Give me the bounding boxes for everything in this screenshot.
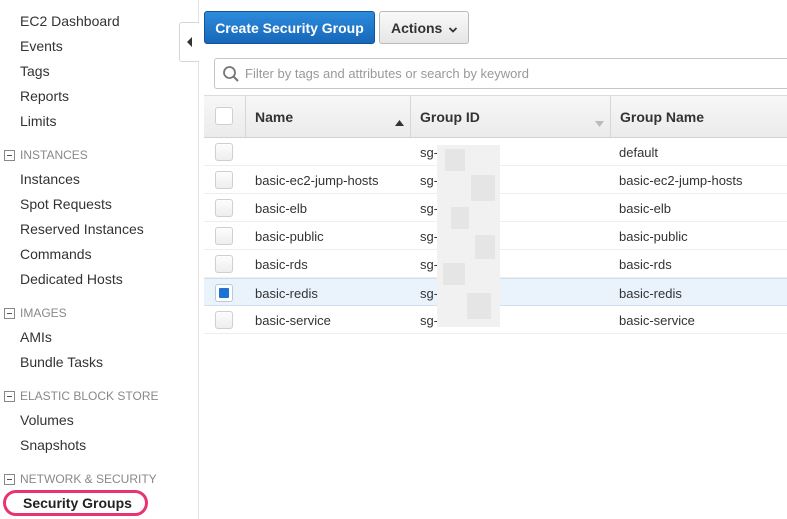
cell-group-name: basic-elb <box>619 200 672 216</box>
search-icon <box>222 65 240 83</box>
chevron-left-icon <box>186 34 194 50</box>
sidebar-item-security-groups[interactable]: Security Groups <box>23 494 132 512</box>
row-checkbox[interactable] <box>215 171 233 189</box>
cell-group-name: default <box>619 144 659 160</box>
column-divider <box>245 96 246 137</box>
sidebar-item-bundle-tasks[interactable]: Bundle Tasks <box>20 353 103 371</box>
sidebar-item-events[interactable]: Events <box>20 37 63 55</box>
cell-group-name: basic-ec2-jump-hosts <box>619 172 743 188</box>
sidebar-item-instances[interactable]: Instances <box>20 170 80 188</box>
column-header-name[interactable]: Name <box>255 96 405 137</box>
section-title: IMAGES <box>20 306 67 320</box>
column-header-label: Group ID <box>420 108 480 125</box>
cell-group-name: basic-service <box>619 312 695 328</box>
cell-group-name: basic-rds <box>619 256 672 272</box>
cell-name: basic-redis <box>255 285 318 301</box>
column-divider <box>610 96 611 137</box>
section-title: NETWORK & SECURITY <box>20 472 157 486</box>
sidebar: EC2 Dashboard Events Tags Reports Limits… <box>0 0 199 519</box>
sidebar-item-amis[interactable]: AMIs <box>20 328 52 346</box>
column-header-label: Group Name <box>620 108 705 125</box>
cell-name: basic-ec2-jump-hosts <box>255 172 379 188</box>
section-title: INSTANCES <box>20 148 88 162</box>
sidebar-item-tags[interactable]: Tags <box>20 62 50 80</box>
cell-name: basic-elb <box>255 200 308 216</box>
filter-input[interactable] <box>245 66 765 81</box>
actions-label: Actions <box>391 19 443 36</box>
cell-group-id: sg- <box>420 144 439 160</box>
row-checkbox-checked[interactable] <box>215 284 233 302</box>
actions-dropdown[interactable]: Actions <box>379 11 469 44</box>
section-instances[interactable]: INSTANCES <box>4 147 88 163</box>
row-checkbox[interactable] <box>215 227 233 245</box>
sidebar-item-reserved-instances[interactable]: Reserved Instances <box>20 220 144 238</box>
cell-group-id: sg- <box>420 228 439 244</box>
column-divider <box>410 96 411 137</box>
ec2-console: EC2 Dashboard Events Tags Reports Limits… <box>0 0 787 519</box>
column-header-group-id[interactable]: Group ID <box>420 96 590 137</box>
cell-group-id: sg- <box>420 285 439 301</box>
sidebar-item-dedicated-hosts[interactable]: Dedicated Hosts <box>20 270 123 288</box>
caret-down-icon <box>448 22 458 38</box>
row-checkbox[interactable] <box>215 255 233 273</box>
sort-asc-icon[interactable] <box>395 113 404 129</box>
sidebar-item-reports[interactable]: Reports <box>20 87 69 105</box>
sidebar-item-spot-requests[interactable]: Spot Requests <box>20 195 112 213</box>
section-network-security[interactable]: NETWORK & SECURITY <box>4 471 157 487</box>
column-header-label: Name <box>255 108 294 125</box>
cell-name: basic-public <box>255 228 324 244</box>
row-checkbox[interactable] <box>215 143 233 161</box>
sidebar-item-snapshots[interactable]: Snapshots <box>20 436 86 454</box>
table-header: Name Group ID Group Name <box>204 95 787 138</box>
collapse-icon[interactable] <box>4 307 15 319</box>
redacted-group-ids <box>437 145 500 327</box>
column-header-group-name[interactable]: Group Name <box>620 96 780 137</box>
collapse-icon[interactable] <box>4 149 15 161</box>
cell-name: basic-rds <box>255 256 308 272</box>
create-security-group-button[interactable]: Create Security Group <box>204 11 375 44</box>
cell-group-name: basic-redis <box>619 285 682 301</box>
select-all-checkbox[interactable] <box>215 107 233 125</box>
cell-group-id: sg- <box>420 200 439 216</box>
cell-group-id: sg- <box>420 172 439 188</box>
sort-desc-icon[interactable] <box>595 114 604 130</box>
collapse-icon[interactable] <box>4 473 15 485</box>
collapse-icon[interactable] <box>4 390 15 402</box>
cell-group-id: sg- <box>420 256 439 272</box>
cell-group-id: sg- <box>420 312 439 328</box>
sidebar-item-ec2-dashboard[interactable]: EC2 Dashboard <box>20 12 120 30</box>
sidebar-item-volumes[interactable]: Volumes <box>20 411 74 429</box>
filter-bar <box>214 58 787 89</box>
sidebar-item-limits[interactable]: Limits <box>20 112 57 130</box>
row-checkbox[interactable] <box>215 199 233 217</box>
section-images[interactable]: IMAGES <box>4 305 67 321</box>
cell-name: basic-service <box>255 312 331 328</box>
row-checkbox[interactable] <box>215 311 233 329</box>
cell-group-name: basic-public <box>619 228 688 244</box>
section-elastic-block-store[interactable]: ELASTIC BLOCK STORE <box>4 388 159 404</box>
sidebar-item-commands[interactable]: Commands <box>20 245 92 263</box>
section-title: ELASTIC BLOCK STORE <box>20 389 159 403</box>
sidebar-collapse-button[interactable] <box>179 22 199 62</box>
